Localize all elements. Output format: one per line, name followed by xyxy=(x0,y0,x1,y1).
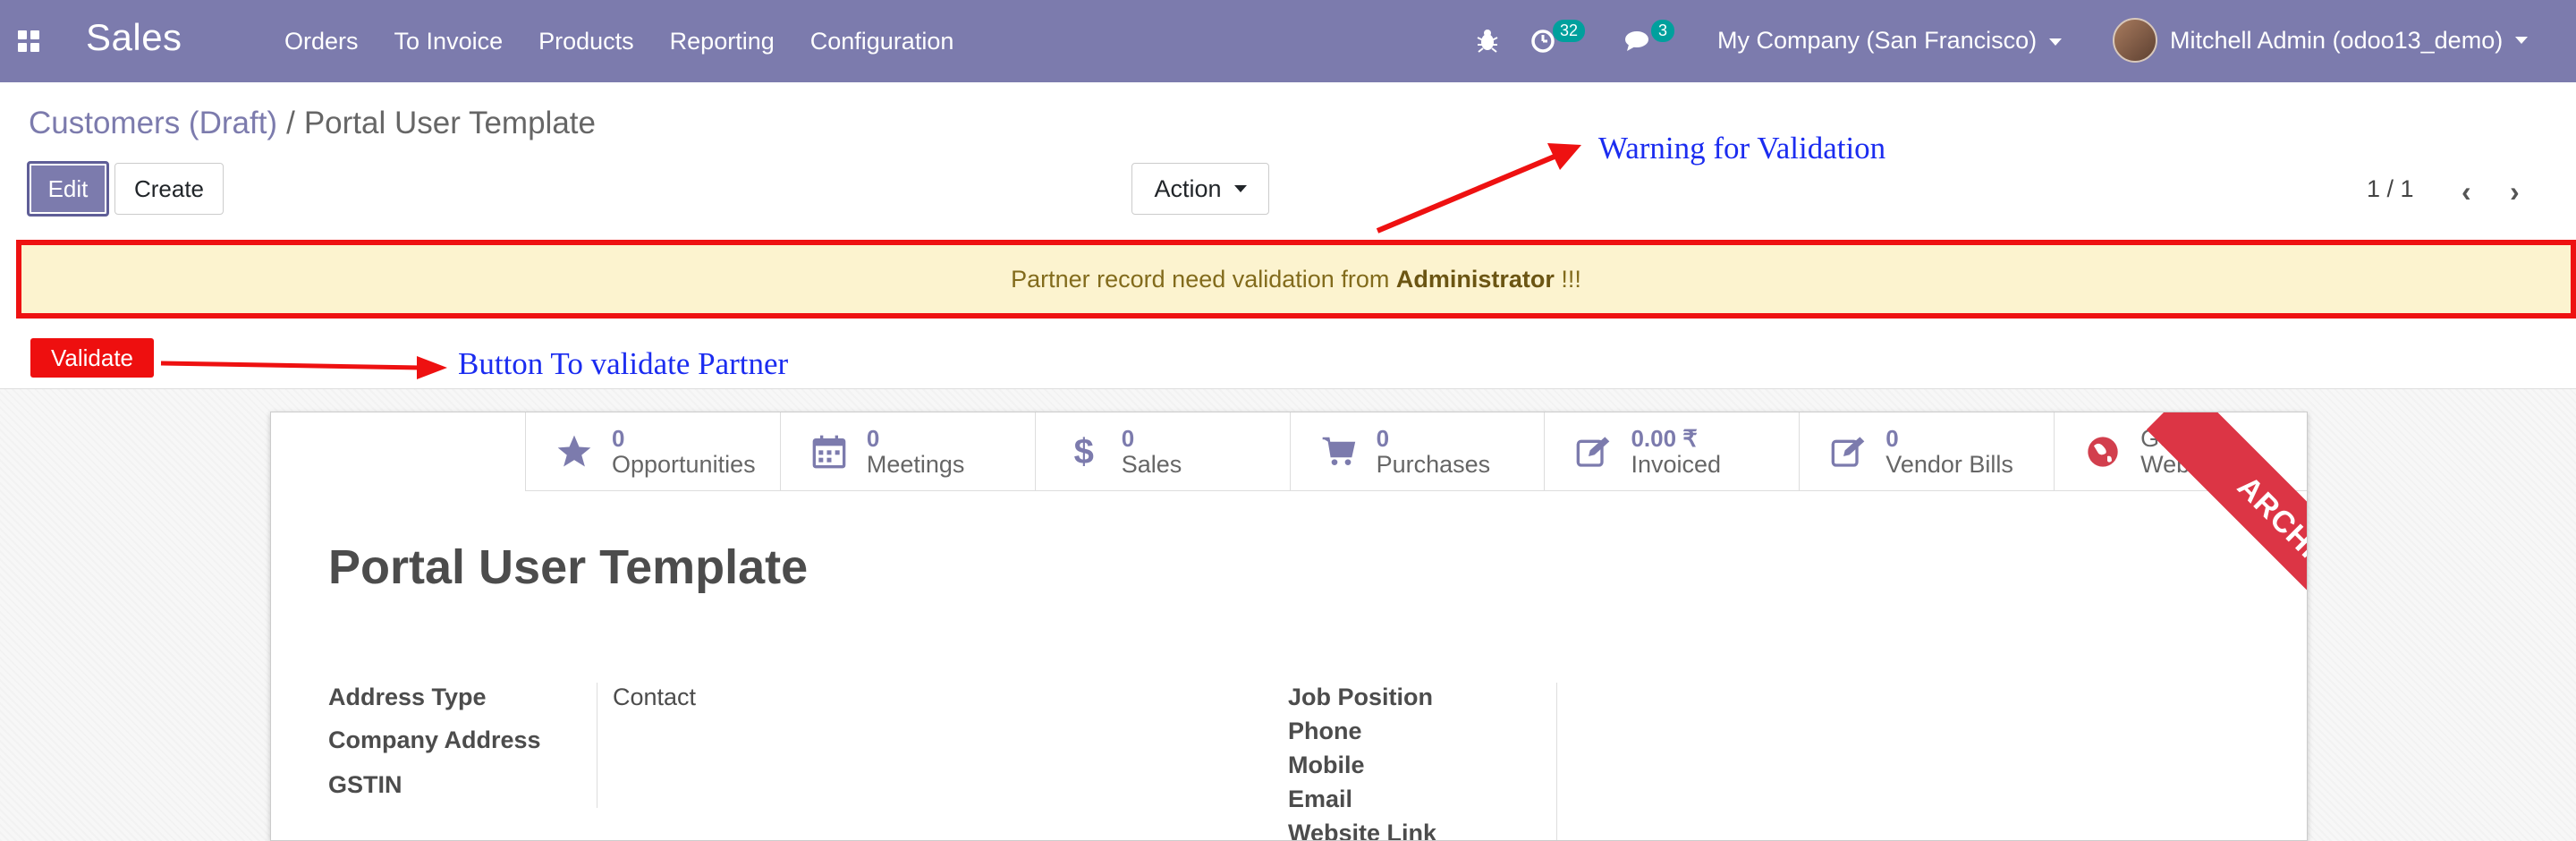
smart-button-sales[interactable]: $ 0 Sales xyxy=(1034,412,1290,491)
warning-bold: Administrator xyxy=(1395,265,1555,293)
smart-button-invoiced[interactable]: 0.00 ₹ Invoiced xyxy=(1544,412,1799,491)
warning-arrow-line xyxy=(1376,151,1563,234)
field-label-email: Email xyxy=(1288,786,1353,812)
purchases-label: Purchases xyxy=(1376,451,1491,478)
warning-suffix: !!! xyxy=(1554,265,1581,293)
cart-icon xyxy=(1318,430,1360,473)
vendor-bills-label: Vendor Bills xyxy=(1885,451,2013,478)
warning-prefix: Partner record need validation from xyxy=(1011,265,1396,293)
sales-label: Sales xyxy=(1121,451,1182,478)
meetings-value: 0 xyxy=(866,425,880,452)
field-value-address-type[interactable]: Contact xyxy=(613,684,696,711)
invoiced-label: Invoiced xyxy=(1631,451,1722,478)
calendar-icon xyxy=(808,430,851,473)
globe-icon xyxy=(2081,430,2124,473)
vendor-bills-value: 0 xyxy=(1885,425,1899,452)
field-label-address-type: Address Type xyxy=(328,684,487,710)
field-label-company-address: Company Address xyxy=(328,726,541,753)
field-label-website-link: Website Link xyxy=(1288,820,1437,841)
smart-button-purchases[interactable]: 0 Purchases xyxy=(1289,412,1545,491)
form-sheet: 0 Opportunities 0 Meetings $ 0 Sales 0 Purch… xyxy=(270,412,2308,841)
validation-warning: Partner record need validation from Admi… xyxy=(16,240,2576,319)
edit-icon xyxy=(1572,430,1614,473)
edit-icon xyxy=(1826,430,1869,473)
sales-value: 0 xyxy=(1121,425,1135,452)
smart-button-opportunities[interactable]: 0 Opportunities xyxy=(525,412,780,491)
invoiced-value: 0.00 ₹ xyxy=(1631,425,1698,452)
field-separator xyxy=(1556,683,1557,840)
purchases-value: 0 xyxy=(1376,425,1390,452)
field-label-phone: Phone xyxy=(1288,718,1362,744)
annotation-warning: Warning for Validation xyxy=(1598,131,1886,166)
button-arrow-line xyxy=(160,361,421,370)
smart-button-vendor-bills[interactable]: 0 Vendor Bills xyxy=(1799,412,2054,491)
dollar-icon: $ xyxy=(1073,431,1094,471)
field-label-job-position: Job Position xyxy=(1288,684,1433,710)
validate-button[interactable]: Validate xyxy=(30,338,154,378)
star-icon xyxy=(553,430,596,473)
field-label-gstin: GSTIN xyxy=(328,771,402,798)
record-title: Portal User Template xyxy=(328,540,809,594)
button-arrow-head xyxy=(417,356,447,379)
meetings-label: Meetings xyxy=(866,451,965,478)
field-label-mobile: Mobile xyxy=(1288,752,1365,778)
opportunities-label: Opportunities xyxy=(612,451,756,478)
smart-button-meetings[interactable]: 0 Meetings xyxy=(779,412,1035,491)
opportunities-value: 0 xyxy=(612,425,625,452)
annotation-button: Button To validate Partner xyxy=(458,346,789,381)
smart-button-box: 0 Opportunities 0 Meetings $ 0 Sales 0 Purch… xyxy=(525,412,2307,491)
